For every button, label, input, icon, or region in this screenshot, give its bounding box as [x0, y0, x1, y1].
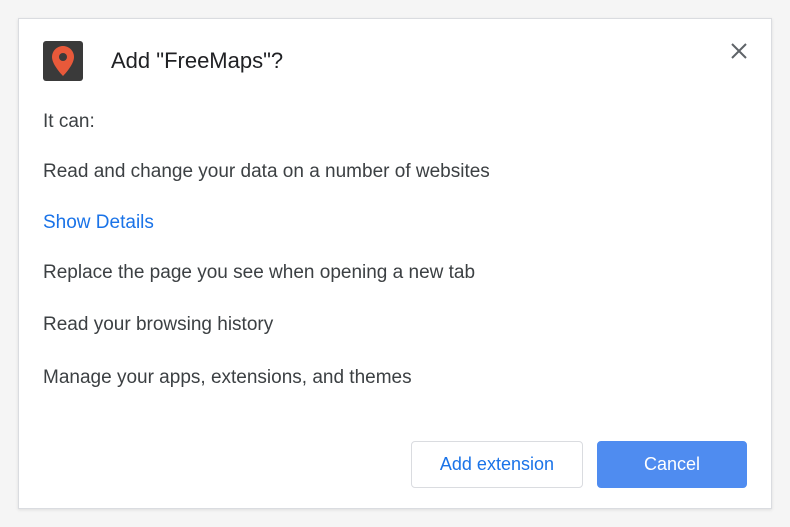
- extension-install-dialog: Add "FreeMaps"? It can: Read and change …: [18, 18, 772, 509]
- close-button[interactable]: [727, 39, 751, 63]
- map-pin-icon: [51, 46, 75, 76]
- add-extension-button[interactable]: Add extension: [411, 441, 583, 488]
- dialog-body: It can: Read and change your data on a n…: [19, 93, 771, 421]
- permission-item: Read and change your data on a number of…: [43, 159, 747, 186]
- dialog-footer: Add extension Cancel: [411, 441, 747, 488]
- permission-item: Manage your apps, extensions, and themes: [43, 365, 747, 392]
- dialog-header: Add "FreeMaps"?: [19, 19, 771, 93]
- show-details-link[interactable]: Show Details: [43, 212, 154, 234]
- permission-item: Read your browsing history: [43, 312, 747, 339]
- permission-intro: It can:: [43, 111, 747, 133]
- dialog-title: Add "FreeMaps"?: [111, 48, 283, 74]
- permission-item: Replace the page you see when opening a …: [43, 260, 747, 287]
- cancel-button[interactable]: Cancel: [597, 441, 747, 488]
- close-icon: [731, 43, 747, 59]
- extension-icon: [43, 41, 83, 81]
